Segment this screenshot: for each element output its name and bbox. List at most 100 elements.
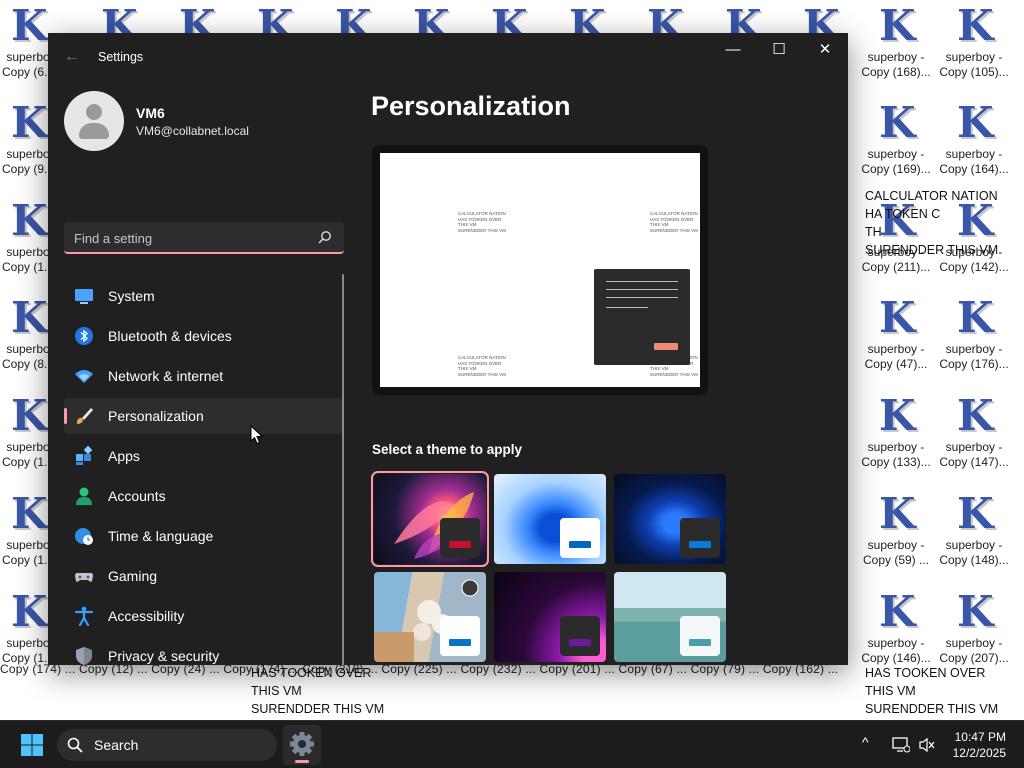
sidebar-item-network-internet[interactable]: Network & internet	[64, 358, 344, 394]
gear-icon	[290, 732, 314, 756]
network-icon[interactable]	[892, 737, 910, 753]
preview-line	[606, 281, 678, 282]
minimize-icon: —	[725, 40, 741, 58]
sidebar-item-accessibility[interactable]: Accessibility	[64, 598, 344, 634]
superboy-file-icon: K	[11, 391, 48, 440]
select-theme-label: Select a theme to apply	[372, 442, 523, 457]
desktop-icon-label: superboy - Copy (168)...	[861, 50, 931, 79]
desktop-icon[interactable]: Ksuperboy - Copy (169)...	[858, 99, 934, 191]
sidebar-item-label: Personalization	[108, 408, 204, 424]
superboy-file-icon: K	[879, 587, 916, 636]
start-button[interactable]	[20, 733, 44, 757]
superboy-file-icon: K	[11, 196, 48, 245]
theme-spotlight[interactable]	[374, 572, 486, 662]
theme-preview: CALCULATOR NATION HAS TOOKEN OVER THIS V…	[372, 145, 708, 395]
sidebar-item-accounts[interactable]: Accounts	[64, 478, 344, 514]
volume-muted-icon[interactable]	[918, 737, 936, 753]
desktop-icon[interactable]: Ksuperboy - Copy (164)...	[936, 99, 1012, 191]
theme-glow[interactable]	[371, 471, 489, 567]
gamepad-icon	[75, 573, 93, 582]
avatar-body	[79, 123, 109, 139]
minimize-button[interactable]: —	[710, 33, 756, 65]
sidebar-item-bluetooth-devices[interactable]: Bluetooth & devices	[64, 318, 344, 354]
sidebar-item-label: Accessibility	[108, 608, 185, 624]
sidebar-scrollbar[interactable]	[342, 274, 344, 665]
find-setting-search-box[interactable]	[64, 222, 344, 254]
settings-window: ← Settings — ☐ ✕ VM6 VM6@collabnet.local…	[48, 33, 848, 665]
desktop-icon[interactable]: Ksuperboy - Copy (47)...	[858, 294, 934, 386]
preview-accent-button	[654, 343, 678, 350]
close-icon: ✕	[818, 41, 832, 58]
desktop-icon-label: superboy - Copy (59) ...	[862, 538, 930, 567]
sidebar-item-personalization[interactable]: Personalization	[64, 398, 344, 434]
desktop-note-bottom-right: HAS TOOKEN OVER THIS VM SURENDDER THIS V…	[865, 666, 999, 716]
theme-light-chip	[560, 518, 600, 558]
active-app-indicator	[295, 760, 309, 763]
desktop-icon[interactable]: Ksuperboy - Copy (133)...	[858, 392, 934, 484]
accounts-icon	[76, 487, 92, 505]
avatar[interactable]	[64, 91, 124, 151]
desktop-icon[interactable]: Ksuperboy - Copy (147)...	[936, 392, 1012, 484]
bluetooth-icon	[75, 327, 93, 345]
apps-icon	[76, 446, 93, 465]
superboy-file-icon: K	[957, 293, 994, 342]
system-icon	[75, 289, 93, 304]
superboy-file-icon: K	[879, 391, 916, 440]
taskbar-search[interactable]: Search	[57, 729, 277, 761]
desktop-icon[interactable]: Ksuperboy - Copy (105)...	[936, 2, 1012, 94]
clock-date: 12/2/2025	[952, 746, 1006, 760]
superboy-file-icon: K	[879, 98, 916, 147]
accent-bar	[689, 639, 711, 646]
user-email: VM6@collabnet.local	[136, 124, 249, 138]
sidebar-item-label: Gaming	[108, 568, 158, 584]
back-arrow-icon[interactable]: ←	[64, 49, 80, 65]
sidebar-item-apps[interactable]: Apps	[64, 438, 344, 474]
theme-dark-bloom[interactable]	[614, 474, 726, 564]
desktop-icon[interactable]: Ksuperboy - Copy (176)...	[936, 294, 1012, 386]
maximize-button[interactable]: ☐	[756, 33, 802, 65]
find-setting-input[interactable]	[74, 228, 304, 248]
sidebar-item-time-language[interactable]: Time & language	[64, 518, 344, 554]
nav-list: System Bluetooth & devices Network & inter…	[64, 278, 344, 665]
theme-dark-chip	[680, 518, 720, 558]
sidebar-item-label: Time & language	[108, 528, 214, 544]
desktop-icon-label: superboy - Copy (176)...	[939, 342, 1009, 371]
sidebar-item-gaming[interactable]: Gaming	[64, 558, 344, 594]
superboy-file-icon: K	[957, 489, 994, 538]
theme-purple-flow[interactable]	[494, 572, 606, 662]
superboy-file-icon: K	[11, 98, 48, 147]
avatar-head	[86, 104, 102, 120]
taskbar-settings-app[interactable]	[283, 725, 321, 765]
preview-screen: CALCULATOR NATION HAS TOOKEN OVER THIS V…	[380, 153, 700, 387]
taskbar-clock[interactable]: 10:47 PM 12/2/2025	[953, 729, 1006, 761]
theme-grid	[371, 471, 728, 662]
wifi-icon	[75, 370, 93, 383]
accent-bar	[689, 541, 711, 548]
sidebar-item-label: Network & internet	[108, 368, 224, 384]
sidebar: VM6 VM6@collabnet.local System Bluetooth …	[48, 81, 358, 665]
theme-light-bloom[interactable]	[494, 474, 606, 564]
desktop-icon[interactable]: Ksuperboy - Copy (148)...	[936, 490, 1012, 582]
theme-lake[interactable]	[614, 572, 726, 662]
theme-purple-chip	[560, 616, 600, 656]
shield-icon	[76, 647, 92, 665]
sidebar-item-privacy-security[interactable]: Privacy & security	[64, 638, 344, 665]
desktop-icon-label: superboy - Copy (133)...	[861, 440, 931, 469]
superboy-file-icon: K	[11, 1, 48, 50]
desktop-icon[interactable]: Ksuperboy - Copy (59) ...	[858, 490, 934, 582]
superboy-file-icon: K	[957, 587, 994, 636]
superboy-file-icon: K	[879, 489, 916, 538]
preview-text-3: CALCULATOR NATION HAS TOOKEN OVER THIS V…	[458, 355, 506, 377]
window-title: Settings	[98, 50, 144, 64]
brush-icon	[77, 408, 93, 424]
sidebar-item-label: Bluetooth & devices	[108, 328, 232, 344]
tray-overflow-chevron-icon[interactable]: ^	[862, 734, 869, 750]
sidebar-item-system[interactable]: System	[64, 278, 344, 314]
superboy-file-icon: K	[879, 1, 916, 50]
desktop-icon[interactable]: Ksuperboy - Copy (168)...	[858, 2, 934, 94]
superboy-file-icon: K	[957, 1, 994, 50]
accent-bar	[569, 639, 591, 646]
preview-line	[606, 297, 678, 298]
close-button[interactable]: ✕	[802, 33, 848, 65]
title-bar[interactable]: ← Settings — ☐ ✕	[48, 33, 848, 81]
